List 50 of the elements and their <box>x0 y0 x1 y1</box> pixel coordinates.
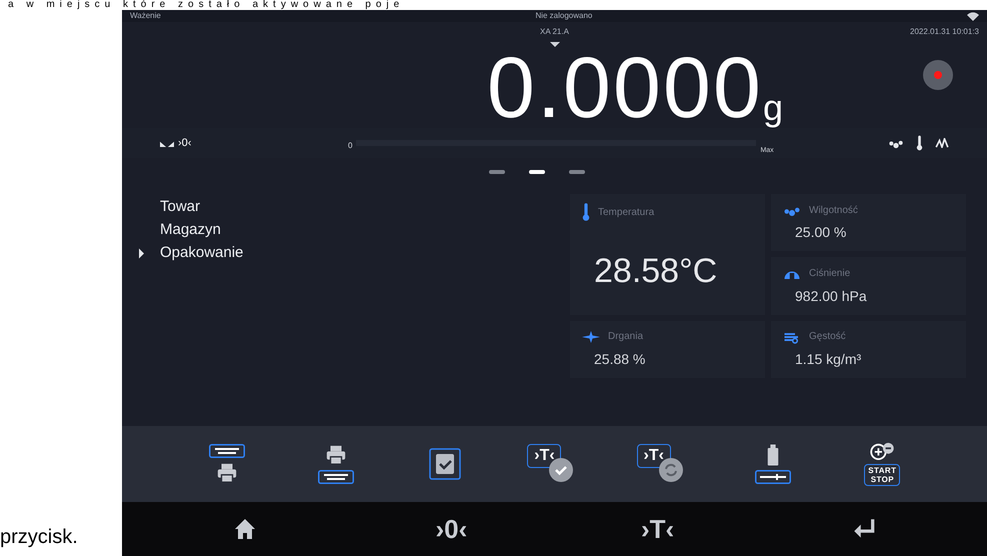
menu-label: Opakowanie <box>160 242 244 263</box>
sensor-value: 25.00 % <box>794 223 848 242</box>
save-check-icon <box>429 448 462 480</box>
refresh-circle-icon <box>658 458 683 482</box>
plus-minus-icon <box>869 442 896 460</box>
weight-unit: g <box>762 88 783 128</box>
menu-item[interactable]: Magazyn <box>122 221 570 239</box>
sensor-label: Ciśnienie <box>809 266 850 281</box>
sensor-label: Wilgotność <box>809 204 858 218</box>
menu-label: Towar <box>160 196 200 217</box>
menu-label: Magazyn <box>160 220 221 240</box>
sensor-value: 1.15 kg/m³ <box>794 350 862 369</box>
sensor-value: 28.58°C <box>593 251 718 292</box>
lines-icon <box>208 444 245 458</box>
auto-tare-button[interactable]: ›T‹ <box>628 432 699 496</box>
record-button[interactable] <box>923 60 953 90</box>
sparkle-icon <box>582 330 600 343</box>
caret-icon <box>550 42 560 47</box>
check-circle-icon <box>549 458 574 482</box>
thermometer-icon <box>916 135 923 151</box>
sensor-label: Drgania <box>608 330 644 344</box>
zero-indicator: ›0‹ <box>178 136 192 151</box>
login-status: Nie zalogowano <box>535 10 592 22</box>
nav-key[interactable]: ›0‹ <box>421 509 482 549</box>
tare-confirm-button[interactable]: ›T‹ <box>519 432 590 496</box>
lines-icon <box>318 470 354 484</box>
nav-key[interactable]: ›T‹ <box>628 509 688 549</box>
date-time: 2022.01.31 10:01:3 <box>909 26 979 38</box>
document-text: a w miejscu które zostało aktywowane poje <box>7 0 404 10</box>
bar-min-label: 0 <box>348 140 352 152</box>
menu-item[interactable]: Towar <box>122 198 570 216</box>
sensor-label: Temperatura <box>598 206 654 220</box>
document-text: przycisk. <box>0 525 78 550</box>
start-stop-button[interactable]: START STOP <box>847 432 918 496</box>
printer-icon <box>324 444 347 466</box>
sensor-value: 25.88 % <box>593 350 646 369</box>
home-icon <box>233 517 258 541</box>
level-icon <box>160 140 174 146</box>
device-name: XA 21.A <box>540 26 569 38</box>
start-stop-label: START STOP <box>864 464 900 486</box>
sensor-value: 982.00 hPa <box>794 286 868 306</box>
printer-icon <box>216 462 238 484</box>
menu-item[interactable]: Opakowanie <box>122 244 570 262</box>
wifi-icon <box>966 12 979 20</box>
thermometer-icon <box>582 202 590 222</box>
weight-icon <box>766 444 780 466</box>
mode-title: Ważenie <box>130 10 161 22</box>
sensor-label: Gęstość <box>809 330 846 344</box>
vibration-icon <box>935 138 949 148</box>
weight-value: 0.0000 <box>487 48 763 128</box>
